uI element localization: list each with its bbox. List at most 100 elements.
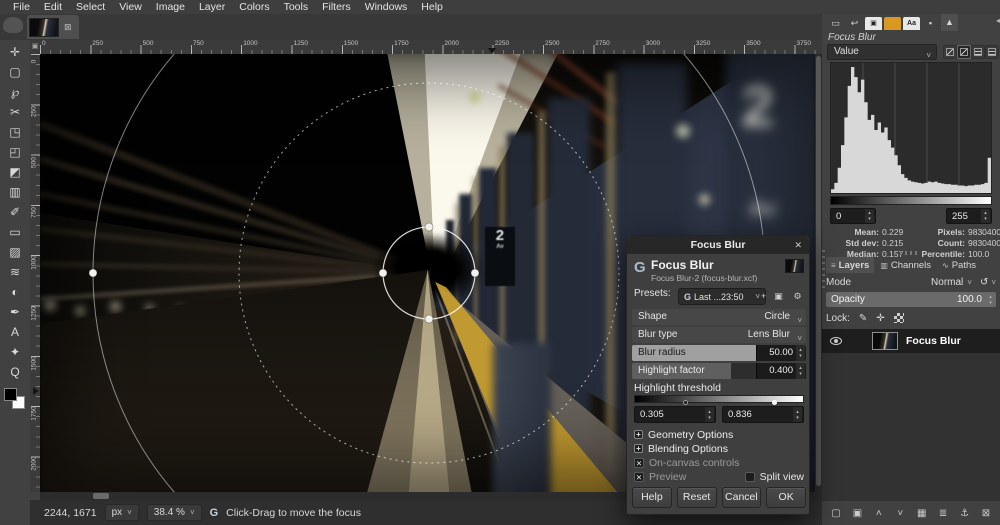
histogram-linear-button[interactable]	[943, 45, 957, 59]
menu-tools[interactable]: Tools	[277, 0, 316, 14]
tool-text[interactable]: A	[3, 322, 27, 342]
focus-handle[interactable]	[424, 314, 434, 324]
focus-handle[interactable]	[88, 268, 98, 278]
lock-position-icon[interactable]: ✛	[876, 313, 884, 324]
spinner-arrows[interactable]: ▴ ▾	[705, 407, 714, 422]
color-swatches[interactable]	[2, 386, 28, 412]
tool-bucket-fill[interactable]: ◩	[3, 162, 27, 182]
histogram-perceptual-button[interactable]	[957, 45, 971, 59]
tool-crop[interactable]: ◳	[3, 122, 27, 142]
tool-scissors-select[interactable]: ✂	[3, 102, 27, 122]
new-layer-group-button[interactable]: ▣	[849, 508, 865, 519]
tab-layers[interactable]: ≡ Layers	[826, 257, 875, 273]
image-tab[interactable]: ⊠	[27, 15, 79, 39]
help-button[interactable]: Help	[632, 487, 672, 508]
spinner-arrows[interactable]: ▴ ▾	[793, 407, 802, 422]
dock-tab-histogram-icon[interactable]: ▲	[941, 14, 958, 31]
tool-smudge[interactable]: ≋	[3, 262, 27, 282]
preset-settings-button[interactable]: ⚙	[791, 289, 804, 304]
spinner-arrows[interactable]: ▴ ▾	[865, 209, 874, 223]
visibility-eye-icon[interactable]	[830, 337, 842, 345]
tool-ink[interactable]: ✒	[3, 302, 27, 322]
vertical-scrollbar-thumb[interactable]	[816, 56, 821, 486]
dock-tab-menu-icon[interactable]: ◂	[996, 16, 1000, 25]
tool-clone[interactable]: ▨	[3, 242, 27, 262]
cancel-button[interactable]: Cancel	[721, 487, 762, 508]
threshold-high-handle[interactable]	[772, 400, 778, 405]
foreground-color-swatch[interactable]	[4, 388, 17, 401]
ok-button[interactable]: OK	[766, 487, 806, 508]
preview-checkbox[interactable]: ✕	[634, 471, 644, 482]
image-tab-close-icon[interactable]: ⊠	[64, 22, 72, 33]
raise-layer-button[interactable]: ˄	[871, 508, 887, 519]
histogram-expand-button[interactable]	[985, 45, 999, 59]
menu-filters[interactable]: Filters	[315, 0, 358, 14]
dock-tab-tool-options-icon[interactable]: ▭	[827, 16, 844, 31]
dock-tab-palettes-icon[interactable]	[884, 17, 901, 30]
delete-layer-button[interactable]: ⊠	[978, 508, 994, 519]
duplicate-layer-button[interactable]: ▦	[914, 508, 930, 519]
blur-radius-slider[interactable]: Blur radius 50.00 ▴ ▾	[632, 345, 806, 361]
presets-dropdown[interactable]: G Last ...23:50 ˅	[678, 288, 766, 305]
spinner-arrows[interactable]: ▴ ▾	[981, 209, 990, 223]
threshold-low-handle[interactable]	[683, 400, 689, 405]
lower-layer-button[interactable]: ˅	[892, 508, 908, 519]
add-preset-button[interactable]: +	[757, 289, 770, 304]
focus-handle[interactable]	[470, 268, 480, 278]
opacity-slider[interactable]: Opacity 100.0 ▴ ▾	[826, 292, 996, 307]
menu-colors[interactable]: Colors	[232, 0, 276, 14]
dock-tab-undo-history-icon[interactable]: ↩	[846, 16, 863, 31]
histogram-log-button[interactable]	[971, 45, 985, 59]
spinner-arrows[interactable]: ▴ ▾	[796, 363, 805, 379]
chevron-down-icon[interactable]: ˅	[991, 278, 996, 287]
tool-move[interactable]: ✛	[3, 42, 27, 62]
focus-handle[interactable]	[378, 268, 388, 278]
vertical-ruler[interactable]: 0 250 500 750 1000 1250 1500 1750 2000	[30, 54, 40, 492]
spinner-arrows[interactable]: ▴ ▾	[986, 292, 995, 307]
threshold-low-spinner[interactable]: 0.305 ▴ ▾	[634, 406, 716, 423]
tool-paintbrush[interactable]: ✐	[3, 202, 27, 222]
channel-dropdown[interactable]: Value ˅	[827, 44, 937, 60]
dialog-close-icon[interactable]: ✕	[794, 236, 802, 254]
horizontal-scrollbar-thumb[interactable]	[93, 493, 109, 499]
range-low-spinner[interactable]: 0 ▴ ▾	[830, 208, 876, 224]
menu-help[interactable]: Help	[414, 0, 450, 14]
lock-alpha-icon[interactable]	[893, 313, 904, 323]
blending-options-expander[interactable]: + Blending Options	[634, 442, 804, 455]
spinner-arrows[interactable]: ▴ ▾	[796, 345, 805, 361]
layer-row[interactable]: Focus Blur	[822, 329, 1000, 353]
reset-button[interactable]: Reset	[676, 487, 717, 508]
dock-tab-fonts-icon[interactable]: Aa	[903, 17, 920, 30]
zoom-dropdown[interactable]: 38.4 % ˅	[146, 504, 202, 521]
shape-dropdown[interactable]: Shape Circle ˅	[632, 309, 806, 325]
range-high-spinner[interactable]: 255 ▴ ▾	[946, 208, 992, 224]
tab-channels[interactable]: ▥ Channels	[875, 257, 936, 273]
menu-image[interactable]: Image	[149, 0, 192, 14]
mode-value[interactable]: Normal	[931, 277, 963, 288]
focus-handle[interactable]	[424, 222, 434, 232]
threshold-high-spinner[interactable]: 0.836 ▴ ▾	[722, 406, 804, 423]
menu-file[interactable]: File	[6, 0, 37, 14]
dock-resize-grip[interactable]	[822, 250, 825, 290]
horizontal-ruler[interactable]: 0 250 500 750 1000 1250 1500 1750 2000 2250 2500 27…	[40, 40, 822, 54]
on-canvas-controls-checkbox[interactable]: ✕	[634, 457, 644, 468]
panel-resize-grip[interactable]	[900, 251, 920, 255]
tool-color-picker[interactable]: ✦	[3, 342, 27, 362]
blur-type-dropdown[interactable]: Blur type Lens Blur ˅	[632, 327, 806, 343]
geometry-options-expander[interactable]: + Geometry Options	[634, 428, 804, 441]
lock-pixels-icon[interactable]: ✎	[859, 313, 867, 324]
mode-group-reset-icon[interactable]: ↺	[980, 277, 988, 288]
menu-layer[interactable]: Layer	[192, 0, 232, 14]
tool-free-select[interactable]: ℘	[3, 82, 27, 102]
merge-layer-button[interactable]: ≣	[935, 508, 951, 519]
tool-transform[interactable]: ◰	[3, 142, 27, 162]
unit-dropdown[interactable]: px ˅	[104, 504, 139, 521]
tool-dodge-burn[interactable]: ◐	[3, 282, 27, 302]
new-layer-button[interactable]: ▢	[828, 508, 844, 519]
dock-tab-document-history-icon[interactable]: ▪	[922, 16, 939, 31]
menu-edit[interactable]: Edit	[37, 0, 69, 14]
highlight-factor-slider[interactable]: Highlight factor 0.400 ▴ ▾	[632, 363, 806, 379]
tab-paths[interactable]: ∿ Paths	[937, 257, 981, 273]
tool-eraser[interactable]: ▭	[3, 222, 27, 242]
menu-windows[interactable]: Windows	[358, 0, 415, 14]
